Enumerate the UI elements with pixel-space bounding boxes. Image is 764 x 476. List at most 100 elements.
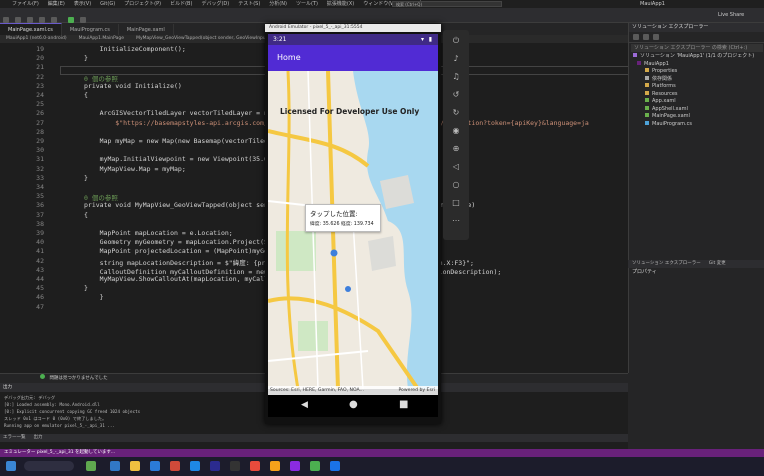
menu-item[interactable]: 拡張機能(X) (327, 1, 354, 7)
line-number: 44 (36, 275, 44, 283)
vs-status-bar: エミュレーター pixel_5_-_api_31 を起動しています... (0, 449, 764, 457)
code-line: } (84, 284, 88, 293)
solution-tree-item[interactable]: MauiProgram.cs (629, 120, 764, 129)
app-icon[interactable] (270, 461, 280, 471)
panel-tab[interactable]: Git 変更 (709, 261, 726, 266)
solution-tree-item[interactable]: App.xaml (629, 98, 764, 106)
menu-item[interactable]: ツール(T) (296, 1, 318, 7)
solution-tree-item[interactable]: MainPage.xaml (629, 113, 764, 121)
line-number: 35 (36, 192, 44, 201)
store-icon[interactable] (190, 461, 200, 471)
document-tab[interactable]: MainPage.xaml (119, 24, 174, 35)
line-number: 45 (36, 284, 44, 293)
home-icon[interactable]: ○ (451, 180, 461, 190)
line-number: 24 (36, 91, 44, 99)
output-tabs: エラー一覧 出力 (0, 434, 631, 442)
solution-tree-item[interactable]: AppShell.xaml (629, 105, 764, 114)
volume-up-icon[interactable]: ♪ (451, 54, 461, 64)
line-number: 21 (36, 63, 44, 72)
rotate-right-icon[interactable]: ↻ (451, 108, 461, 118)
more-icon[interactable]: ⋯ (451, 216, 461, 226)
line-number: 22 (36, 72, 44, 81)
android-icon[interactable] (310, 461, 320, 471)
back-icon[interactable]: ◁ (451, 162, 461, 172)
solution-tree-item[interactable]: 依存関係 (629, 75, 764, 84)
menu-item[interactable]: Git(G) (100, 1, 115, 7)
pier (368, 236, 396, 271)
visual-studio-icon[interactable] (290, 461, 300, 471)
menu-item[interactable]: 表示(V) (74, 1, 91, 7)
output-tab[interactable]: 出力 (34, 435, 43, 440)
line-number: 42 (36, 256, 44, 265)
task-view-icon[interactable] (110, 461, 120, 471)
code-line: } (84, 293, 104, 302)
emulator-title: Android Emulator - pixel_5_-_api_31:5554 (265, 24, 441, 32)
document-tab[interactable]: MainPage.xaml.cs (0, 23, 62, 35)
terminal-icon[interactable] (230, 461, 240, 471)
code-line: } (84, 54, 88, 63)
solution-tree-item[interactable]: ソリューション 'MauiApp1' (1/1 のプロジェクト) (629, 53, 764, 61)
app-icon[interactable] (330, 461, 340, 471)
document-tab[interactable]: MauiProgram.cs (62, 24, 119, 35)
camera-icon[interactable]: ◉ (451, 126, 461, 136)
vs-window-title: MauiApp1 (640, 1, 665, 7)
solution-tree-item[interactable]: MauiApp1 (629, 60, 764, 69)
file-icon (645, 75, 649, 80)
solution-tree-item[interactable]: Properties (629, 68, 764, 76)
edge-icon[interactable] (150, 461, 160, 471)
menu-item[interactable]: デバッグ(D) (201, 1, 229, 7)
vs-search-box[interactable]: 検索 (Ctrl+Q) (392, 1, 502, 7)
refresh-icon[interactable] (653, 34, 659, 40)
code-line: MapPoint projectedLocation = (MapPoint)m… (84, 247, 296, 256)
app-icon[interactable] (170, 461, 180, 471)
rotate-left-icon[interactable]: ↺ (451, 90, 461, 100)
taskbar-search[interactable] (24, 461, 74, 471)
home-icon[interactable]: ● (349, 399, 358, 410)
power-icon[interactable]: ⏻ (451, 36, 461, 46)
nav-dropdown[interactable]: MauiApp1 (net6.0-android) (6, 36, 67, 41)
zoom-icon[interactable]: ⊕ (451, 144, 461, 154)
code-line: MyMapView.Map = myMap; (84, 164, 186, 173)
file-icon (645, 120, 649, 125)
map-view[interactable]: Licensed For Developer Use Only タップした位置:… (268, 71, 438, 389)
file-icon (633, 53, 637, 57)
menu-item[interactable]: 編集(E) (48, 1, 65, 7)
home-icon[interactable] (633, 34, 639, 40)
menu-item[interactable]: 分析(N) (269, 1, 287, 7)
panel-tab[interactable]: ソリューション エクスプローラー (632, 261, 701, 266)
volume-down-icon[interactable]: ♫ (451, 72, 461, 82)
file-icon (645, 90, 649, 95)
menu-item[interactable]: ファイル(F) (12, 1, 39, 7)
back-icon[interactable]: ◀ (301, 400, 308, 410)
callout-title: タップした位置: (310, 210, 358, 218)
powered-by-esri: Powered by Esri (398, 388, 435, 393)
map-callout: タップした位置: 緯度: 35.626 経度: 139.734 (305, 204, 381, 232)
output-tab[interactable]: エラー一覧 (3, 435, 26, 440)
nav-dropdown[interactable]: MauiApp1.MainPage (79, 36, 124, 41)
callout-text: 緯度: 35.626 経度: 139.734 (310, 222, 374, 227)
file-explorer-icon[interactable] (130, 461, 140, 471)
menu-item[interactable]: プロジェクト(P) (124, 1, 161, 7)
line-number: 41 (36, 247, 44, 256)
output-line: Running app on emulator pixel_5_-_api_31… (4, 423, 115, 428)
menu-item[interactable]: ビルド(B) (170, 1, 192, 7)
right-bottom-panel (628, 373, 764, 449)
file-icon (645, 98, 649, 102)
line-number: 34 (36, 183, 44, 191)
vs-toolbar: Live Share (0, 8, 764, 23)
teams-icon[interactable] (210, 461, 220, 471)
emulator-controls: ⏻ ♪ ♫ ↺ ↻ ◉ ⊕ ◁ ○ □ ⋯ (443, 30, 469, 240)
pier (380, 175, 414, 209)
park (298, 321, 328, 351)
sync-icon[interactable] (643, 34, 649, 40)
windows-start-icon[interactable] (6, 461, 16, 471)
menu-item[interactable]: テスト(S) (238, 1, 260, 7)
solution-tree-item[interactable]: Platforms (629, 83, 764, 91)
recents-icon[interactable]: ■ (399, 399, 408, 410)
live-share-button[interactable]: Live Share (718, 8, 744, 22)
solution-tree-item[interactable]: Resources (629, 90, 764, 99)
widgets-icon[interactable] (86, 461, 96, 471)
overview-icon[interactable]: □ (451, 198, 461, 208)
app-icon[interactable] (250, 461, 260, 471)
solution-search-input[interactable]: ソリューション エクスプローラー の検索 (Ctrl+:) (631, 44, 763, 52)
